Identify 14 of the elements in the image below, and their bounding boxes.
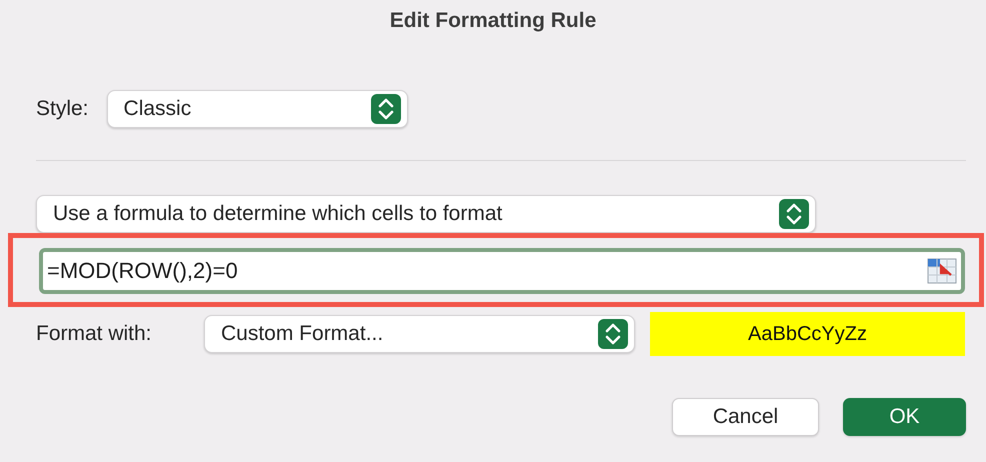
rule-type-dropdown[interactable]: Use a formula to determine which cells to format xyxy=(36,195,816,233)
formula-field[interactable]: =MOD(ROW(),2)=0 xyxy=(39,248,965,294)
format-with-label: Format with: xyxy=(36,321,153,348)
window-title: Edit Formatting Rule xyxy=(388,8,598,34)
range-select-icon[interactable] xyxy=(927,258,957,284)
stepper-icon xyxy=(779,199,809,229)
dialog-button[interactable]: Cancel xyxy=(672,398,819,436)
stepper-icon xyxy=(370,94,401,124)
dialog-button[interactable]: OK xyxy=(843,398,966,436)
style-label: Style: xyxy=(36,96,89,122)
stepper-icon xyxy=(598,319,628,349)
format-dropdown[interactable]: Custom Format... xyxy=(204,315,635,353)
style-dropdown[interactable]: Classic xyxy=(106,90,408,128)
format-preview: AaBbCcYyZz xyxy=(650,312,965,356)
